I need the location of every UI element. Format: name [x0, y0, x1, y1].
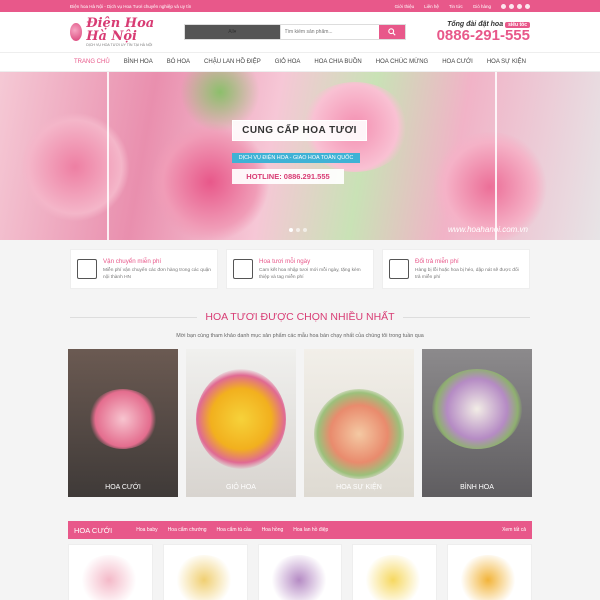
divider	[402, 316, 530, 318]
category-basket[interactable]: GIỎ HOA	[186, 349, 296, 497]
tab-baby[interactable]: Hoa baby	[136, 527, 157, 533]
search-input[interactable]	[280, 25, 379, 39]
slider-dot[interactable]	[296, 228, 300, 232]
category-label: BÌNH HOA	[460, 484, 494, 491]
slider-dots	[289, 228, 307, 232]
logo-name: Điện Hoa Hà Nội	[86, 16, 155, 44]
view-all-link[interactable]: Xem tất cả	[502, 527, 526, 533]
tab-carnation[interactable]: Hoa cẩm chướng	[168, 527, 207, 533]
search-button[interactable]	[379, 25, 405, 39]
main-nav: TRANG CHỦ BÌNH HOA BÓ HOA CHẬU LAN HỒ ĐI…	[0, 52, 600, 72]
twitter-icon[interactable]	[517, 3, 522, 9]
nav-orchid[interactable]: CHẬU LAN HỒ ĐIỆP	[197, 59, 268, 65]
nav-basket[interactable]: GIỎ HOA	[268, 59, 308, 65]
frame-line	[495, 72, 497, 240]
feature-desc: Hàng bị lỗi hoặc hoa bị héo, dập nát sẽ …	[415, 267, 519, 280]
slider-dot[interactable]	[289, 228, 293, 232]
nav-vase[interactable]: BÌNH HOA	[117, 59, 160, 65]
hotline-number[interactable]: 0886-291-555	[437, 27, 530, 44]
logo[interactable]: Điện Hoa Hà Nội DỊCH VỤ HOA TƯƠI UY TÍN …	[70, 17, 170, 47]
truck-icon	[233, 259, 253, 279]
tab-hydrangea[interactable]: Hoa cẩm tú cầu	[217, 527, 252, 533]
hotline-block: Tổng đài đặt hoa siêu tốc 0886-291-555	[437, 21, 530, 44]
section-heading: HOA TƯƠI ĐƯỢC CHỌN NHIỀU NHẤT	[0, 289, 600, 323]
vase-flower-image	[432, 369, 522, 449]
return-icon	[389, 259, 409, 279]
search-category-select[interactable]: All ▾	[185, 25, 281, 39]
hero-website: www.hoahanoi.com.vn	[447, 225, 528, 234]
contact-link[interactable]: Liên hệ	[424, 4, 439, 9]
top-bar: Điện hoa Hà Nội - Dịch vụ Hoa Tươi chuyê…	[0, 0, 600, 12]
category-label: HOA SỰ KIỆN	[336, 484, 382, 491]
feature-return: Đổi trả miễn phí Hàng bị lỗi hoặc hoa bị …	[382, 249, 530, 289]
tab-orchid[interactable]: Hoa lan hồ điệp	[293, 527, 328, 533]
product-card[interactable]	[447, 544, 532, 600]
hero-text-box: CUNG CẤP HOA TƯƠI DỊCH VỤ ĐIỆN HOA - GIA…	[232, 120, 367, 230]
feature-title: Vận chuyển miễn phí	[103, 257, 162, 265]
flower-logo-icon	[70, 23, 83, 41]
hero-banner[interactable]: CUNG CẤP HOA TƯƠI DỊCH VỤ ĐIỆN HOA - GIA…	[0, 72, 600, 240]
feature-fresh: Hoa tươi mỗi ngày Cam kết hoa nhập tươi m…	[226, 249, 374, 289]
basket-image	[196, 369, 286, 469]
feature-title: Hoa tươi mỗi ngày	[259, 257, 311, 265]
slider-dot[interactable]	[303, 228, 307, 232]
building-icon	[77, 259, 97, 279]
about-link[interactable]: Giới thiệu	[395, 4, 414, 9]
feature-shipping: Vận chuyển miễn phí Miễn phí vận chuyển c…	[70, 249, 218, 289]
category-grid: HOA CƯỚI GIỎ HOA HOA SỰ KIỆN BÌNH HOA	[0, 339, 600, 497]
nav-event[interactable]: HOA SỰ KIỆN	[480, 59, 533, 65]
cart-link[interactable]: Giỏ hàng	[473, 4, 491, 9]
feature-desc: Cam kết hoa nhập tươi mới mỗi ngày, tặng…	[259, 267, 361, 280]
event-flower-image	[314, 389, 404, 479]
product-card[interactable]	[257, 544, 343, 600]
nav-condolence[interactable]: HOA CHIA BUỒN	[307, 59, 368, 65]
product-row	[0, 539, 600, 600]
product-tabs: HOA CƯỚI Hoa baby Hoa cẩm chướng Hoa cẩm…	[68, 521, 532, 539]
logo-tagline: DỊCH VỤ HOA TƯƠI UY TÍN TẠI HÀ NỘI	[86, 43, 153, 47]
divider	[70, 316, 198, 318]
social-icons	[501, 3, 530, 9]
bouquet-image	[88, 389, 158, 449]
category-vase[interactable]: BÌNH HOA	[422, 349, 532, 497]
product-card[interactable]	[352, 544, 438, 600]
tulip-image	[430, 132, 550, 240]
nav-wedding[interactable]: HOA CƯỚI	[435, 59, 480, 65]
tab-main-title[interactable]: HOA CƯỚI	[74, 526, 112, 535]
top-bar-links: Giới thiệu Liên hệ Tin tức Giỏ hàng	[395, 3, 530, 9]
frame-line	[107, 72, 109, 240]
nav-bouquet[interactable]: BÓ HOA	[160, 59, 197, 65]
nav-home[interactable]: TRANG CHỦ	[67, 59, 117, 65]
facebook-icon[interactable]	[501, 3, 506, 9]
product-card[interactable]	[68, 544, 153, 600]
instagram-icon[interactable]	[509, 3, 514, 9]
section-title: HOA TƯƠI ĐƯỢC CHỌN NHIỀU NHẤT	[205, 311, 395, 323]
search-bar: All ▾	[184, 24, 406, 40]
hero-subtitle: DỊCH VỤ ĐIỆN HOA - GIAO HOA TOÀN QUỐC	[232, 153, 360, 163]
header: Điện Hoa Hà Nội DỊCH VỤ HOA TƯƠI UY TÍN …	[0, 12, 600, 52]
feature-title: Đổi trả miễn phí	[415, 257, 459, 265]
top-bar-text: Điện hoa Hà Nội - Dịch vụ Hoa Tươi chuyê…	[70, 3, 192, 9]
email-icon[interactable]	[525, 3, 530, 9]
product-card[interactable]	[162, 544, 248, 600]
tulip-image	[20, 112, 130, 222]
features: Vận chuyển miễn phí Miễn phí vận chuyển c…	[0, 240, 600, 289]
news-link[interactable]: Tin tức	[449, 4, 463, 9]
search-icon	[388, 28, 396, 36]
hero-hotline: HOTLINE: 0886.291.555	[232, 169, 344, 184]
nav-congrats[interactable]: HOA CHÚC MỪNG	[369, 59, 435, 65]
category-label: HOA CƯỚI	[105, 484, 141, 491]
feature-desc: Miễn phí vận chuyển các đơn hàng trong c…	[103, 267, 211, 280]
hero-title: CUNG CẤP HOA TƯƠI	[232, 120, 367, 141]
tab-rose[interactable]: Hoa hồng	[262, 527, 284, 533]
category-label: GIỎ HOA	[226, 484, 256, 491]
category-event[interactable]: HOA SỰ KIỆN	[304, 349, 414, 497]
category-wedding[interactable]: HOA CƯỚI	[68, 349, 178, 497]
